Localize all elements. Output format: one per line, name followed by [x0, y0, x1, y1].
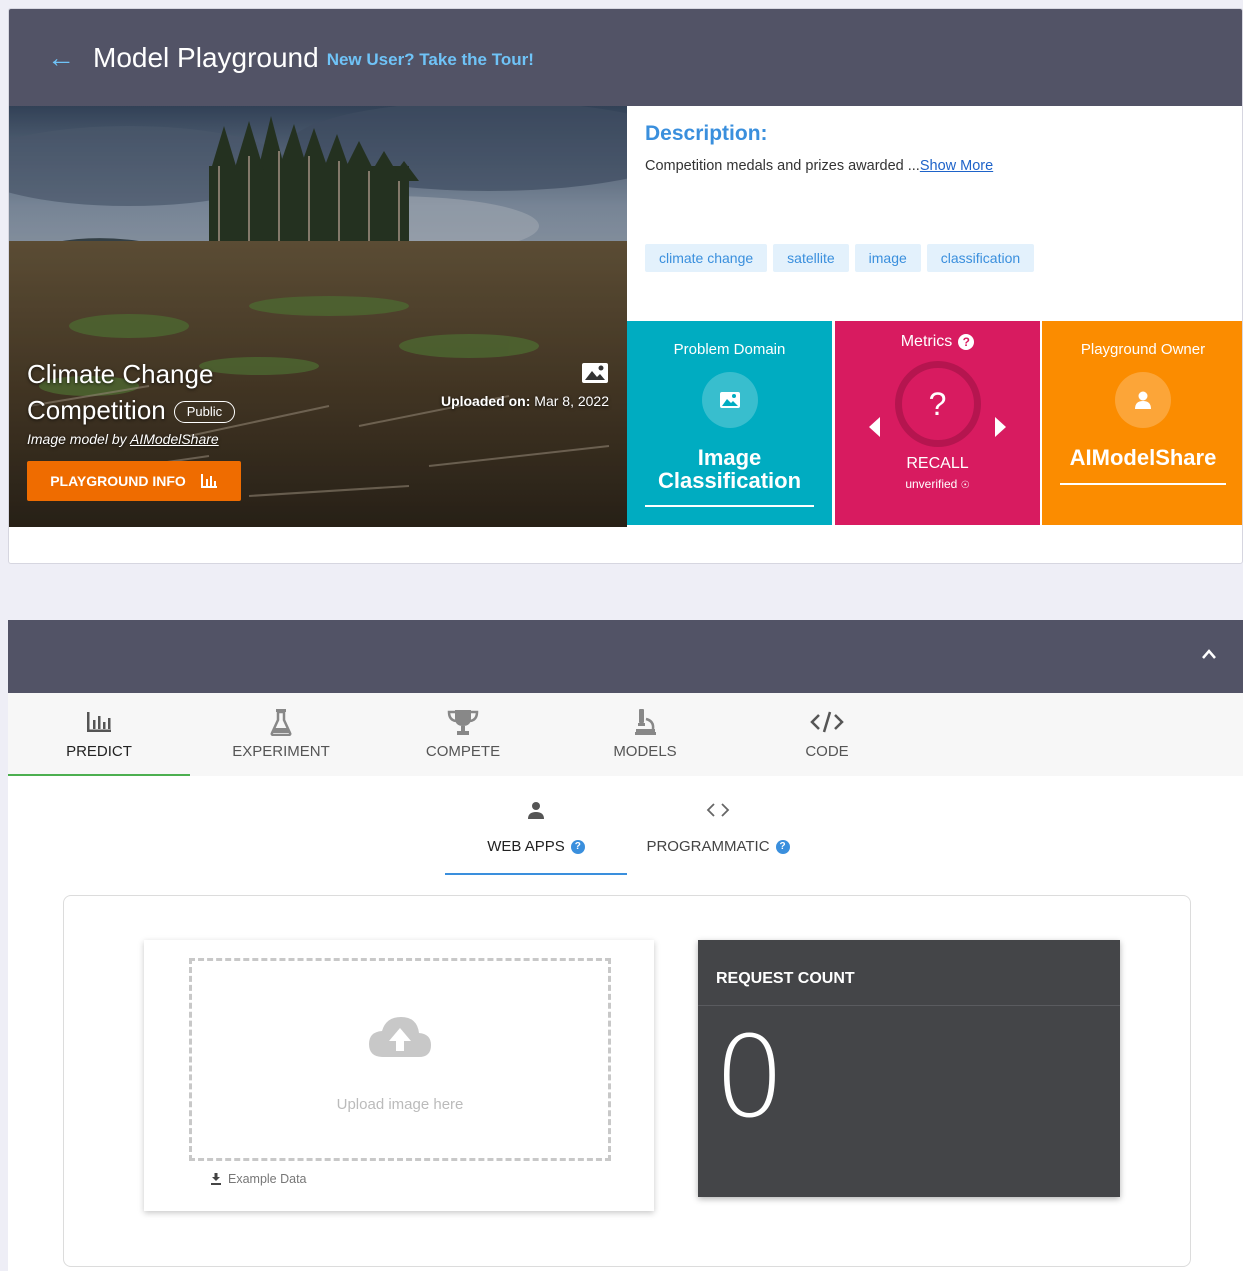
- subtab-web-apps[interactable]: WEB APPS ?: [445, 798, 627, 875]
- image-icon: [582, 363, 608, 383]
- tab-predict[interactable]: PREDICT: [8, 693, 190, 776]
- visibility-badge: Public: [173, 401, 236, 424]
- bar-chart-icon: [200, 474, 217, 488]
- bar-chart-icon: [87, 712, 111, 732]
- description-text: Competition medals and prizes awarded ..…: [645, 158, 994, 174]
- metrics-tile: Metrics ? ? RECALL unverified ☉: [835, 321, 1040, 525]
- playground-owner-value: AIModelShare: [1069, 445, 1217, 470]
- upload-info: Uploaded on: Mar 8, 2022: [441, 362, 609, 409]
- tag-chip[interactable]: classification: [926, 244, 1035, 272]
- request-count-value: 0: [714, 1013, 786, 1143]
- info-circle-icon: ☉: [960, 480, 970, 491]
- metric-gauge: ?: [894, 361, 981, 447]
- main-tabs: PREDICT EXPERIMENT COMPETE MODELS CODE: [8, 693, 1243, 776]
- chevron-up-icon[interactable]: [1201, 648, 1217, 660]
- help-circle-icon[interactable]: ?: [775, 839, 790, 854]
- example-data-link[interactable]: Example Data: [210, 1172, 307, 1186]
- owner-link[interactable]: AIModelShare: [130, 431, 219, 447]
- image-dropzone[interactable]: Upload image here: [189, 958, 611, 1161]
- caret-left-icon[interactable]: [869, 417, 880, 437]
- cloud-upload-icon: [369, 1017, 431, 1057]
- description-title: Description:: [645, 122, 768, 145]
- workspace-header-bar: [8, 620, 1243, 693]
- trophy-icon: [447, 710, 479, 735]
- flask-icon: [270, 709, 292, 736]
- tag-chip[interactable]: image: [854, 244, 921, 272]
- metric-name: RECALL: [906, 455, 969, 472]
- model-owner-line: Image model by AIModelShare: [27, 431, 219, 447]
- microscope-icon: [635, 709, 656, 735]
- tag-list: climate change satellite image classific…: [645, 244, 1035, 272]
- tab-experiment[interactable]: EXPERIMENT: [190, 693, 372, 776]
- page-title: Model Playground: [93, 41, 319, 73]
- tag-chip[interactable]: satellite: [773, 244, 849, 272]
- description-section: Description: Competition medals and priz…: [645, 122, 1225, 174]
- playground-summary-card: ← Model Playground New User? Take the To…: [8, 8, 1243, 564]
- playground-owner-tile: Playground Owner AIModelShare: [1042, 321, 1242, 525]
- tour-link[interactable]: New User? Take the Tour!: [327, 50, 534, 70]
- upload-date: Mar 8, 2022: [534, 393, 609, 409]
- competition-title: Climate Change Competition Public: [27, 356, 236, 428]
- request-count-title: REQUEST COUNT: [698, 940, 1120, 1006]
- person-icon: [528, 802, 544, 819]
- show-more-link[interactable]: Show More: [920, 158, 993, 174]
- problem-domain-tile: Problem Domain Image Classification: [627, 321, 832, 525]
- playground-workspace-card: PREDICT EXPERIMENT COMPETE MODELS CODE W…: [8, 620, 1243, 1271]
- upload-card: Upload image here Example Data: [144, 940, 654, 1211]
- request-count-card: REQUEST COUNT 0: [698, 940, 1120, 1197]
- code-icon: [810, 711, 844, 733]
- tab-code[interactable]: CODE: [736, 693, 918, 776]
- upload-hint: Upload image here: [336, 1096, 464, 1113]
- image-icon: [719, 392, 740, 408]
- web-app-panel: Upload image here Example Data REQUEST C…: [63, 895, 1191, 1267]
- tag-chip[interactable]: climate change: [645, 244, 768, 272]
- download-icon: [211, 1173, 221, 1185]
- tab-models[interactable]: MODELS: [554, 693, 736, 776]
- caret-right-icon[interactable]: [995, 417, 1006, 437]
- code-brackets-icon: [706, 803, 730, 817]
- metric-status: unverified ☉: [905, 477, 970, 491]
- arrow-left-icon[interactable]: ←: [47, 43, 75, 72]
- person-icon: [1135, 391, 1151, 409]
- hero-banner: Climate Change Competition Public Image m…: [9, 106, 627, 527]
- problem-domain-value: Image Classification: [657, 445, 802, 493]
- help-circle-icon[interactable]: ?: [570, 839, 585, 854]
- subtab-programmatic[interactable]: PROGRAMMATIC ?: [627, 798, 809, 875]
- tab-compete[interactable]: COMPETE: [372, 693, 554, 776]
- playground-info-button[interactable]: PLAYGROUND INFO: [27, 461, 241, 501]
- help-circle-icon[interactable]: ?: [958, 334, 975, 350]
- top-header-bar: ← Model Playground New User? Take the To…: [9, 9, 1242, 106]
